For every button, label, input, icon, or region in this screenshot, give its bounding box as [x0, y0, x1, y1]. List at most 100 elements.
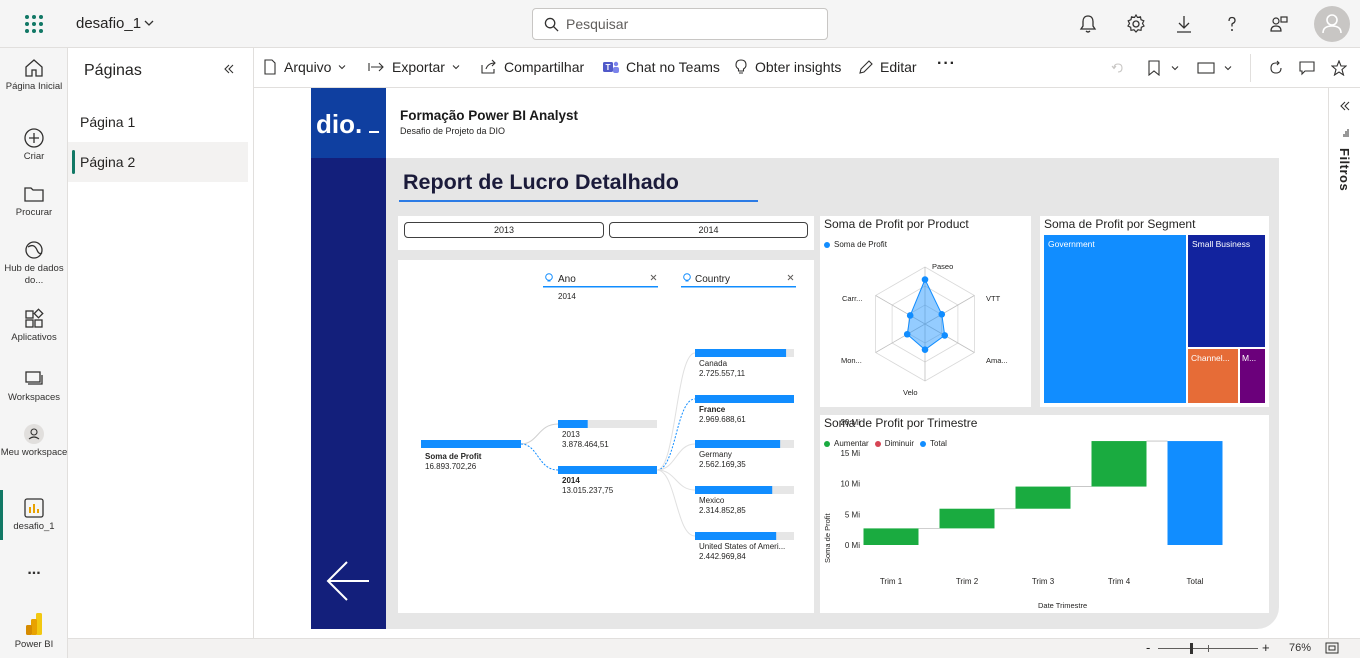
search-box[interactable] — [532, 8, 828, 40]
increase-bar[interactable] — [1015, 486, 1071, 509]
view-icon[interactable] — [1197, 61, 1215, 75]
slicer-button-2014[interactable]: 2014 — [609, 222, 808, 238]
root-value: 16.893.702,26 — [425, 462, 477, 471]
nav-report-desafio[interactable]: desafio_1 — [0, 497, 68, 533]
level1-header-text: Ano — [558, 274, 576, 285]
more-options-icon[interactable]: ··· — [937, 55, 956, 73]
svg-text:T: T — [606, 63, 611, 72]
chevron-down-icon[interactable] — [1223, 63, 1233, 73]
share-button[interactable]: Compartilhar — [480, 59, 584, 75]
treemap-tile-channel[interactable]: Channel... — [1188, 349, 1238, 403]
treemap-tile-small-business[interactable]: Small Business — [1188, 235, 1265, 347]
radar-axis-label: Mon... — [841, 356, 862, 365]
bookmark-icon[interactable] — [1147, 60, 1161, 76]
year-value: 3.878.464,51 — [562, 440, 609, 449]
favorite-star-icon[interactable] — [1331, 60, 1347, 76]
nav-workspaces[interactable]: Workspaces — [0, 368, 68, 404]
report-page: dio. Formação Power BI Analyst Desafio d… — [311, 88, 1279, 629]
nav-home[interactable]: Página Inicial — [0, 57, 68, 93]
reset-icon[interactable] — [1111, 61, 1125, 75]
back-arrow-icon[interactable] — [325, 558, 371, 604]
country-value: 2.969.688,61 — [699, 415, 746, 424]
nav-browse[interactable]: Procurar — [0, 183, 68, 219]
teams-chat-button[interactable]: T Chat no Teams — [602, 59, 720, 75]
edit-button[interactable]: Editar — [858, 59, 917, 75]
page-tab-2[interactable]: Página 2 — [68, 142, 248, 182]
avatar[interactable] — [1314, 6, 1350, 42]
year-node[interactable]: 20133.878.464,51 — [558, 420, 657, 449]
title-underline — [399, 200, 758, 202]
export-arrow-icon — [368, 62, 384, 72]
nav-my-workspace[interactable]: Meu workspace — [0, 423, 68, 459]
comment-icon[interactable] — [1299, 60, 1315, 76]
file-menu-button[interactable]: Arquivo — [262, 59, 347, 75]
chevron-down-icon[interactable] — [143, 17, 155, 29]
zoom-in-icon[interactable]: + — [1262, 640, 1270, 655]
nav-data-hub[interactable]: Hub de dados do... — [0, 239, 68, 287]
help-icon[interactable] — [1220, 12, 1244, 36]
radar-axis-label: Velo — [903, 388, 918, 397]
zoom-out-icon[interactable]: - — [1146, 640, 1150, 655]
get-insights-button[interactable]: Obter insights — [733, 59, 841, 75]
zoom-slider-tick — [1208, 645, 1209, 652]
country-value: 2.314.852,85 — [699, 506, 746, 515]
workspace-name[interactable]: desafio_1 — [76, 15, 141, 32]
report-header-title: Formação Power BI Analyst — [400, 108, 579, 123]
pages-title: Páginas — [84, 62, 142, 79]
slicer-button-2013[interactable]: 2013 — [404, 222, 604, 238]
nav-label: Power BI — [14, 639, 54, 650]
y-tick-label: 0 Mi — [845, 541, 860, 550]
lightbulb-icon — [735, 59, 747, 74]
nav-create[interactable]: Criar — [0, 127, 68, 163]
country-bar — [695, 395, 794, 403]
person-icon — [1322, 14, 1342, 34]
country-node[interactable]: Mexico2.314.852,85 — [695, 486, 794, 515]
treemap-tile-midmarket[interactable]: M... — [1240, 349, 1265, 403]
total-bar[interactable] — [1167, 441, 1223, 545]
level-header-ano[interactable]: Ano 2014 — [543, 273, 658, 301]
gear-icon[interactable] — [1124, 12, 1148, 36]
workspaces-icon — [25, 371, 43, 385]
x-tick-label: Trim 2 — [956, 577, 979, 586]
year-node[interactable]: 201413.015.237,75 — [558, 466, 657, 495]
more-icon[interactable]: ... — [0, 562, 68, 578]
country-node[interactable]: Canada2.725.557,11 — [695, 349, 794, 378]
refresh-icon[interactable] — [1268, 60, 1284, 76]
increase-bar[interactable] — [863, 528, 919, 545]
fit-to-page-icon[interactable] — [1325, 642, 1339, 654]
level-header-country[interactable]: Country — [681, 273, 796, 288]
expand-left-icon[interactable] — [1339, 100, 1351, 112]
search-input[interactable] — [566, 14, 816, 34]
share-label: Compartilhar — [504, 59, 585, 75]
nav-powerbi[interactable]: Power BI — [0, 611, 68, 651]
share-feedback-icon[interactable] — [1267, 12, 1291, 36]
tile-label: Channel... — [1191, 353, 1230, 363]
export-menu-button[interactable]: Exportar — [368, 59, 461, 75]
increase-bar[interactable] — [939, 508, 995, 529]
country-node[interactable]: United States of Ameri...2.442.969,84 — [695, 532, 794, 561]
app-launcher-icon[interactable] — [22, 12, 46, 36]
radar-point — [903, 330, 911, 338]
x-tick-label: Total — [1187, 577, 1204, 586]
root-node[interactable]: Soma de Profit 16.893.702,26 — [421, 440, 521, 471]
radar-axis-label: Paseo — [932, 262, 953, 271]
decomposition-tree-svg: Ano 2014 Country Soma de Profit 16.893.7… — [421, 273, 796, 561]
left-navigation: Página Inicial Criar Procurar Hub de dad… — [0, 48, 68, 658]
level2-header-text: Country — [695, 274, 730, 285]
increase-bar[interactable] — [1091, 441, 1147, 487]
page-tab-1[interactable]: Página 1 — [68, 102, 248, 142]
bell-icon[interactable] — [1076, 12, 1100, 36]
country-node[interactable]: Germany2.562.169,35 — [695, 440, 794, 469]
nav-apps[interactable]: Aplicativos — [0, 308, 68, 344]
country-bar — [695, 532, 777, 540]
download-icon[interactable] — [1172, 12, 1196, 36]
status-bar: - + 76% — [68, 638, 1360, 658]
country-node[interactable]: France2.969.688,61 — [695, 395, 794, 424]
chevron-down-icon[interactable] — [1170, 63, 1180, 73]
zoom-slider-thumb[interactable] — [1190, 643, 1193, 654]
treemap-tile-government[interactable]: Government — [1044, 235, 1186, 403]
collapse-icon[interactable] — [222, 62, 236, 76]
dio-logo-icon: dio. — [316, 109, 379, 139]
nav-label: Página Inicial — [5, 81, 63, 92]
filters-pane[interactable]: Filtros — [1328, 88, 1360, 638]
